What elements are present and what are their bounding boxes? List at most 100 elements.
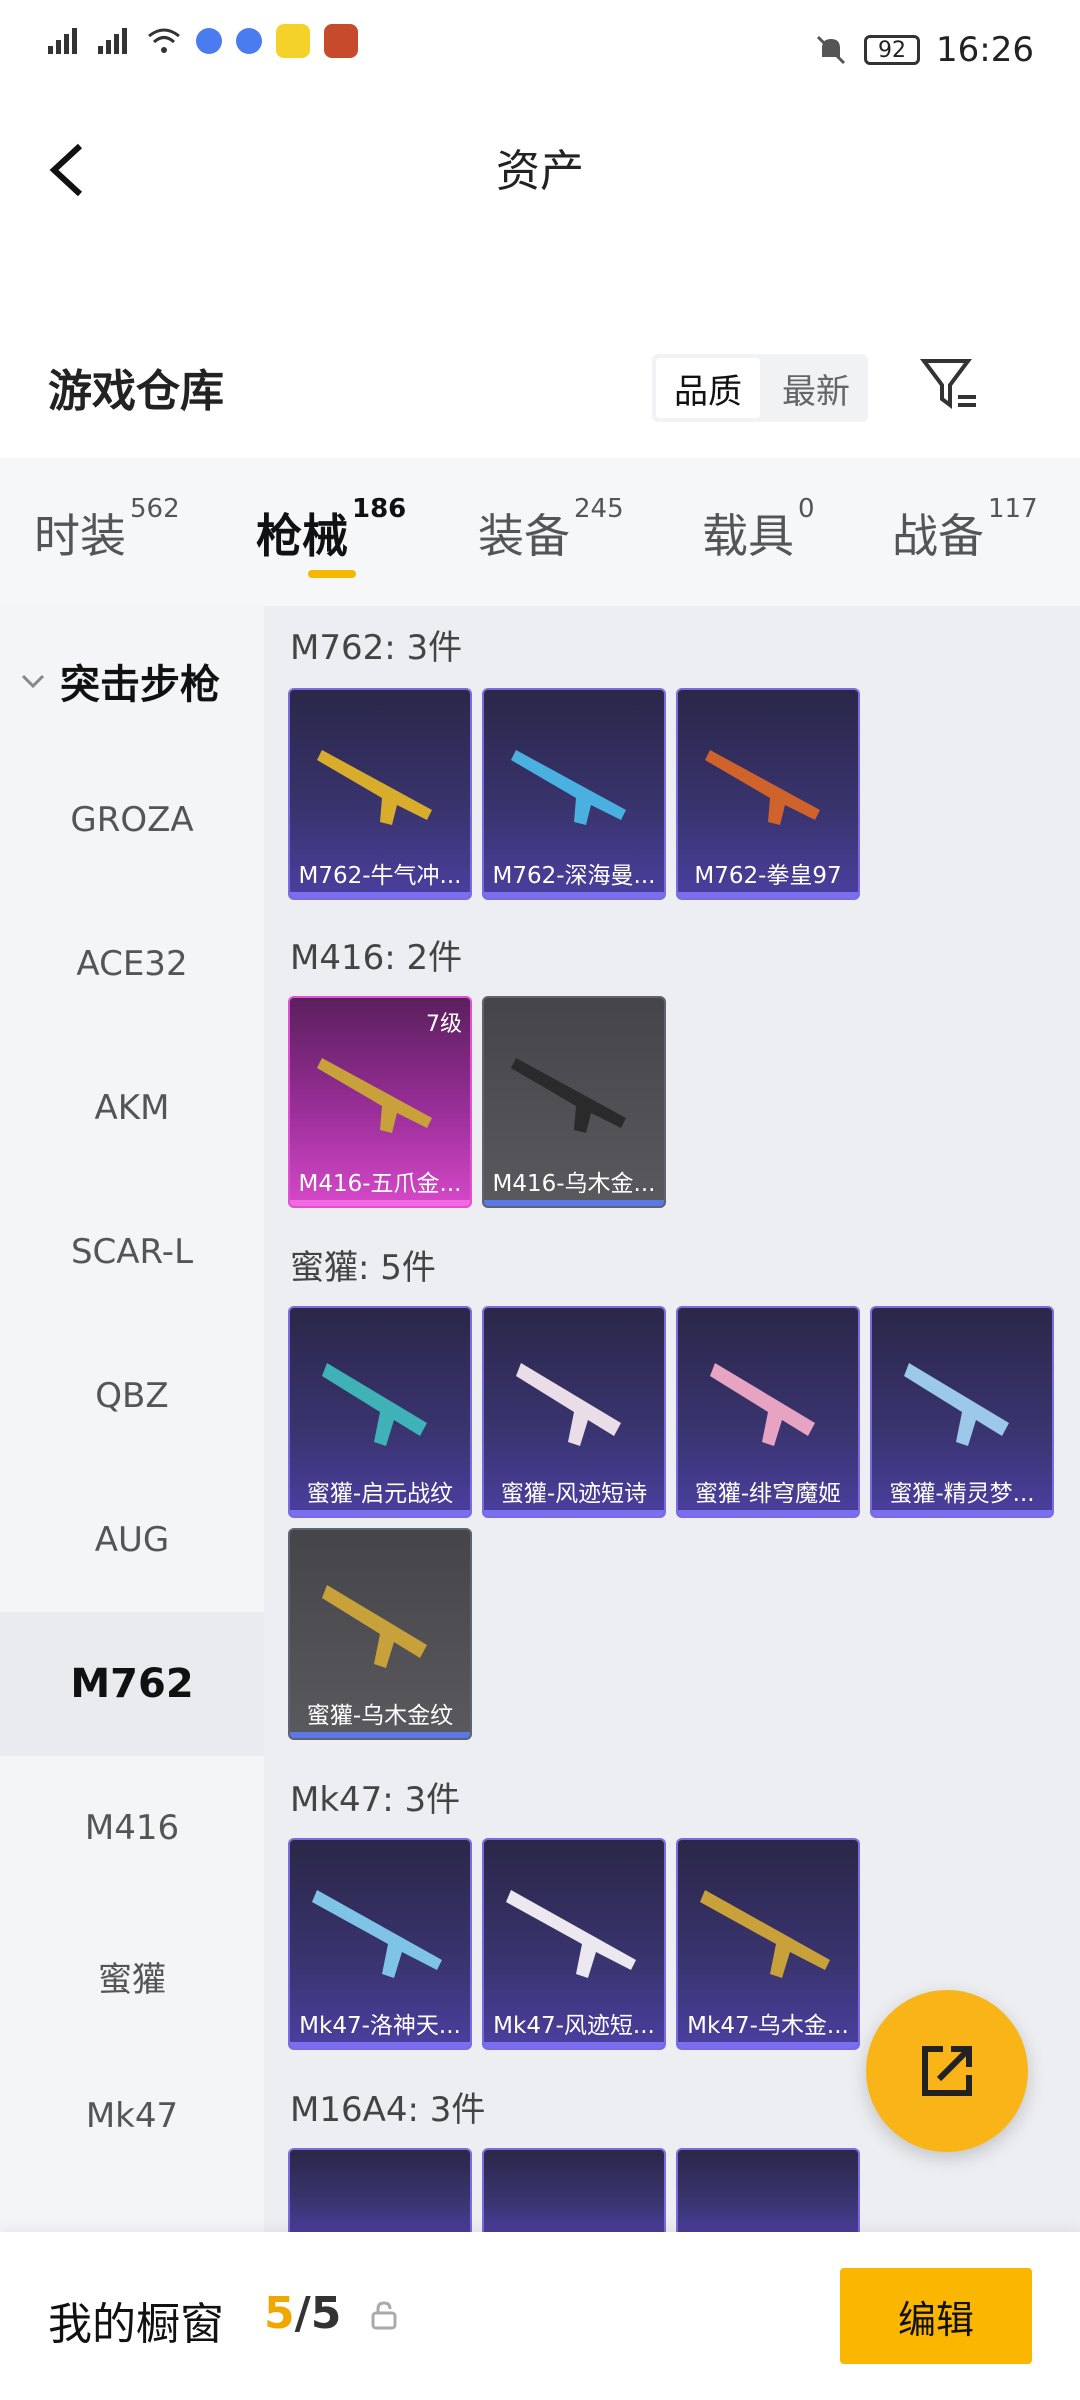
tab-label: 战备 [892, 509, 984, 563]
group-header: Mk47: 3件 [290, 1780, 461, 1820]
smg-icon [322, 1585, 427, 1668]
rarity-bar [484, 1200, 664, 1206]
sort-toggle[interactable]: 品质 最新 [652, 354, 868, 422]
weapon-card[interactable]: M762-拳皇97 [676, 688, 860, 900]
weapon-card[interactable] [482, 2148, 666, 2238]
rifle-icon [700, 1890, 830, 1978]
rifle-icon [705, 750, 820, 825]
sidebar-item-akm[interactable]: AKM [0, 1088, 264, 1128]
card-label: 蜜獾-乌木金纹 [306, 1703, 454, 1729]
showcase-total: 5 [310, 2288, 342, 2339]
sidebar-item-qbz[interactable]: QBZ [0, 1376, 264, 1416]
tab-label: 枪械 [256, 509, 348, 563]
tab-weapons[interactable]: 枪械 186 [256, 494, 406, 566]
app-icon [276, 24, 310, 58]
app-icon [236, 28, 262, 54]
weapon-card[interactable]: M762-牛气冲... [288, 688, 472, 900]
tab-vehicles[interactable]: 载具 0 [702, 494, 815, 566]
tab-count: 0 [798, 494, 815, 524]
sidebar-item-ace32[interactable]: ACE32 [0, 944, 264, 984]
weapon-card[interactable]: Mk47-乌木金... [676, 1838, 860, 2050]
page-title: 资产 [496, 146, 584, 197]
rarity-bar [290, 1200, 470, 1206]
weapon-card[interactable]: 蜜獾-乌木金纹 [288, 1528, 472, 1740]
rarity-bar [290, 892, 470, 898]
weapon-card[interactable]: 蜜獾-精灵梦... [870, 1306, 1054, 1518]
status-icons-left [46, 24, 358, 58]
card-label: Mk47-乌木金... [687, 2013, 849, 2039]
sidebar-group-assault-rifles[interactable]: 突击步枪 [20, 652, 220, 710]
card-label: 蜜獾-精灵梦... [889, 1481, 1035, 1507]
sidebar-item-m416[interactable]: M416 [0, 1808, 264, 1848]
status-icons-right: 92 16:26 [814, 30, 1034, 70]
rarity-bar [678, 892, 858, 898]
battery-icon: 92 [864, 35, 921, 65]
sidebar-item-honey-badger[interactable]: 蜜獾 [0, 1952, 264, 2001]
card-label: 蜜獾-绯穹魔姬 [694, 1481, 842, 1507]
card-label: 蜜獾-启元战纹 [306, 1481, 454, 1507]
rarity-bar [484, 2042, 664, 2048]
sidebar-item-scar-l[interactable]: SCAR-L [0, 1232, 264, 1272]
edit-button[interactable]: 编辑 [840, 2268, 1032, 2364]
wifi-icon [148, 28, 180, 53]
smg-icon [516, 1363, 621, 1446]
rarity-bar [484, 1510, 664, 1516]
rarity-bar [290, 1732, 470, 1738]
warehouse-title: 游戏仓库 [48, 366, 224, 417]
rifle-icon [506, 1890, 636, 1978]
bell-off-icon [816, 35, 846, 65]
sidebar-item-m762[interactable]: M762 [0, 1612, 264, 1756]
sidebar-item-aug[interactable]: AUG [0, 1520, 264, 1560]
weapon-card[interactable]: M762-深海曼... [482, 688, 666, 900]
weapon-card[interactable] [288, 2148, 472, 2238]
group-header: M416: 2件 [290, 938, 463, 978]
tab-equipment[interactable]: 装备 245 [478, 494, 624, 566]
tab-label: 载具 [702, 509, 794, 563]
card-label: M762-拳皇97 [694, 863, 842, 889]
card-label: M762-牛气冲... [298, 863, 462, 889]
clock: 16:26 [936, 30, 1034, 70]
weapon-sidebar [0, 606, 264, 2296]
rifle-icon [317, 750, 432, 825]
tab-label: 时装 [34, 509, 126, 563]
showcase-title: 我的橱窗 [48, 2299, 224, 2350]
filter-icon[interactable] [920, 355, 980, 415]
rarity-bar [290, 1510, 470, 1516]
share-icon [922, 2046, 972, 2096]
weapon-card[interactable] [676, 2148, 860, 2238]
group-header: M762: 3件 [290, 628, 463, 668]
lock-icon[interactable] [370, 2300, 398, 2330]
weapon-card[interactable]: Mk47-洛神天... [288, 1838, 472, 2050]
sort-quality-option[interactable]: 品质 [656, 358, 760, 418]
tab-count: 117 [988, 494, 1038, 524]
weapon-card[interactable]: M416-乌木金... [482, 996, 666, 1208]
rifle-icon [312, 1890, 442, 1978]
group-header: 蜜獾: 5件 [290, 1248, 436, 1288]
rifle-icon [317, 1058, 432, 1133]
weapon-card[interactable]: 蜜獾-启元战纹 [288, 1306, 472, 1518]
tab-fashion[interactable]: 时装 562 [34, 494, 180, 566]
sort-newest-option[interactable]: 最新 [764, 354, 868, 422]
card-label: M416-乌木金... [492, 1171, 656, 1197]
chevron-down-icon [21, 674, 45, 689]
tab-underline [308, 570, 356, 578]
tab-count: 562 [130, 494, 180, 524]
tab-label: 装备 [478, 509, 570, 563]
tab-supplies[interactable]: 战备 117 [892, 494, 1038, 566]
weapon-card[interactable]: 7级 M416-五爪金... [288, 996, 472, 1208]
weapon-card[interactable]: Mk47-风迹短... [482, 1838, 666, 2050]
rarity-bar [872, 1510, 1052, 1516]
weapon-card[interactable]: 蜜獾-风迹短诗 [482, 1306, 666, 1518]
share-button[interactable] [866, 1990, 1028, 2152]
showcase-separator: / [294, 2288, 311, 2339]
group-header: M16A4: 3件 [290, 2090, 486, 2130]
sidebar-group-label: 突击步枪 [60, 662, 220, 708]
rifle-icon [511, 750, 626, 825]
sidebar-item-mk47[interactable]: Mk47 [0, 2096, 264, 2136]
sidebar-item-groza[interactable]: GROZA [0, 800, 264, 840]
smg-icon [904, 1363, 1009, 1446]
rarity-bar [484, 892, 664, 898]
app-icon [324, 24, 358, 58]
weapon-card[interactable]: 蜜獾-绯穹魔姬 [676, 1306, 860, 1518]
card-label: M762-深海曼... [492, 863, 656, 889]
